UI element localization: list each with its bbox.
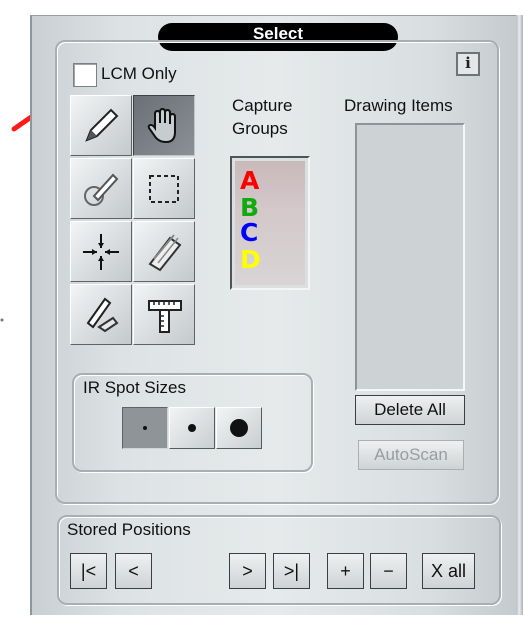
add-position-button[interactable]: + bbox=[327, 553, 364, 589]
ruler-tool-button[interactable] bbox=[133, 284, 195, 345]
eraser-icon bbox=[148, 233, 182, 271]
panel-edge bbox=[516, 15, 523, 615]
large-dot-icon bbox=[230, 419, 248, 437]
capture-group-a[interactable]: A bbox=[240, 168, 259, 193]
ir-spot-small-button[interactable] bbox=[122, 407, 168, 449]
hand-icon bbox=[147, 107, 176, 143]
rectangle-select-icon bbox=[149, 174, 179, 203]
pen-erase-tool-button[interactable] bbox=[70, 284, 132, 345]
first-position-button[interactable]: |< bbox=[70, 553, 107, 589]
lcm-only-label: LCM Only bbox=[101, 64, 177, 83]
drawing-items-label: Drawing Items bbox=[344, 96, 453, 115]
brush-tool-button[interactable] bbox=[70, 158, 132, 219]
capture-groups-list[interactable]: A B C D bbox=[230, 156, 310, 290]
capture-group-c[interactable]: C bbox=[240, 220, 258, 245]
info-button[interactable]: i bbox=[456, 52, 480, 76]
autoscan-button[interactable]: AutoScan bbox=[358, 440, 464, 470]
capture-groups-label-line2: Groups bbox=[232, 119, 288, 138]
ruler-icon bbox=[148, 299, 182, 333]
rectangle-select-tool-button[interactable] bbox=[133, 158, 195, 219]
capture-group-b[interactable]: B bbox=[240, 195, 259, 220]
pen-tool-button[interactable] bbox=[70, 95, 132, 156]
remove-position-button[interactable]: − bbox=[370, 553, 407, 589]
ir-spot-large-button[interactable] bbox=[216, 407, 262, 449]
ir-spot-medium-button[interactable] bbox=[169, 407, 215, 449]
page-edge-mark bbox=[0, 300, 8, 340]
lcm-only-checkbox[interactable] bbox=[73, 63, 97, 87]
capture-group-d[interactable]: D bbox=[240, 247, 261, 272]
previous-position-button[interactable]: < bbox=[115, 553, 152, 589]
pen-erase-icon bbox=[86, 297, 119, 332]
brush-circle-icon bbox=[84, 173, 119, 206]
clear-all-positions-button[interactable]: X all bbox=[422, 553, 475, 589]
ir-spot-sizes-label: IR Spot Sizes bbox=[83, 378, 186, 397]
small-dot-icon bbox=[143, 426, 147, 430]
stored-positions-label: Stored Positions bbox=[67, 520, 191, 539]
hand-tool-button[interactable] bbox=[133, 95, 195, 156]
pen-icon bbox=[85, 108, 119, 142]
last-position-button[interactable]: >| bbox=[273, 553, 310, 589]
next-position-button[interactable]: > bbox=[229, 553, 266, 589]
capture-groups-label-line1: Capture bbox=[232, 96, 293, 115]
delete-all-button[interactable]: Delete All bbox=[355, 395, 465, 425]
crosshair-icon bbox=[83, 233, 119, 270]
medium-dot-icon bbox=[188, 424, 196, 432]
crosshair-tool-button[interactable] bbox=[70, 221, 132, 282]
eraser-tool-button[interactable] bbox=[133, 221, 195, 282]
drawing-items-list[interactable] bbox=[355, 123, 465, 391]
